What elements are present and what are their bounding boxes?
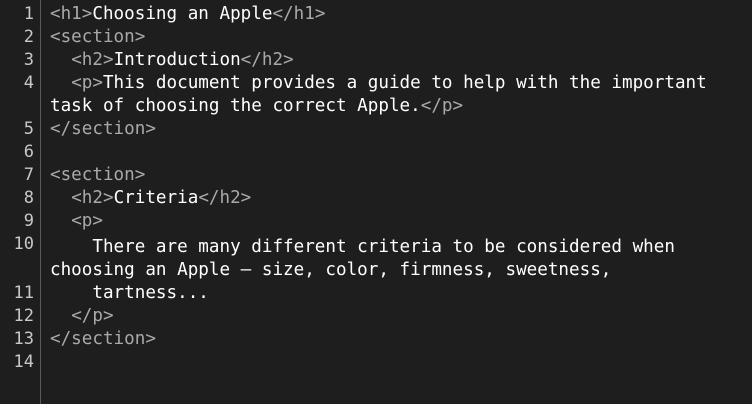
- code-line[interactable]: </section>: [50, 118, 156, 141]
- html-tag: </h2>: [198, 188, 252, 208]
- heading-text: Choosing an Apple: [92, 4, 273, 24]
- line-number: 6: [23, 142, 34, 162]
- code-line-wrapped[interactable]: choosing an Apple — size, color, firmnes…: [50, 259, 611, 282]
- html-tag: </section>: [50, 329, 156, 349]
- paragraph-text: choosing an Apple — size, color, firmnes…: [50, 260, 612, 280]
- code-line[interactable]: <section>: [50, 164, 145, 187]
- heading-text: Criteria: [113, 188, 199, 208]
- html-tag: </h1>: [272, 4, 326, 24]
- line-number: 12: [13, 306, 34, 326]
- paragraph-text: task of choosing the correct Apple.: [50, 96, 421, 116]
- line-number: 9: [23, 211, 34, 231]
- html-tag: <p>: [71, 211, 103, 231]
- paragraph-text: tartness...: [50, 283, 209, 303]
- line-number: 13: [13, 329, 34, 349]
- html-tag: <h1>: [50, 4, 93, 24]
- code-line[interactable]: There are many different criteria to be …: [50, 236, 675, 259]
- html-tag: </h2>: [240, 50, 294, 70]
- code-line[interactable]: <p>: [50, 210, 103, 233]
- line-number: 10: [13, 234, 34, 254]
- html-tag: <h2>: [71, 50, 114, 70]
- line-number: 2: [23, 27, 34, 47]
- html-tag: </p>: [71, 306, 114, 326]
- line-number: 8: [23, 188, 34, 208]
- html-tag: </section>: [50, 119, 156, 139]
- paragraph-text: There are many different criteria to be …: [50, 237, 675, 257]
- line-number: 11: [13, 283, 34, 303]
- code-line[interactable]: </section>: [50, 328, 156, 351]
- code-line[interactable]: <section>: [50, 26, 145, 49]
- line-number: 4: [23, 73, 34, 93]
- gutter-divider: [40, 0, 41, 404]
- code-editor[interactable]: 1 2 3 4 5 6 7 8 9 10 11 12 13 14 <h1>Cho…: [0, 0, 752, 404]
- line-number: 3: [23, 50, 34, 70]
- html-tag: <h2>: [71, 188, 114, 208]
- paragraph-text: This document provides a guide to help w…: [102, 73, 707, 93]
- code-line-wrapped[interactable]: task of choosing the correct Apple.</p>: [50, 95, 463, 118]
- code-line[interactable]: <h2>Criteria</h2>: [50, 187, 251, 210]
- line-number: 1: [23, 4, 34, 24]
- html-tag: <section>: [50, 27, 146, 47]
- line-number: 5: [23, 119, 34, 139]
- code-line[interactable]: <h1>Choosing an Apple</h1>: [50, 3, 325, 26]
- heading-text: Introduction: [113, 50, 241, 70]
- line-number-gutter: 1 2 3 4 5 6 7 8 9 10 11 12 13 14: [0, 0, 40, 404]
- html-tag: </p>: [420, 96, 464, 116]
- code-line[interactable]: tartness...: [50, 282, 209, 305]
- code-line[interactable]: <p>This document provides a guide to hel…: [50, 72, 707, 95]
- html-tag: <section>: [50, 165, 146, 185]
- html-tag: <p>: [71, 73, 103, 93]
- line-number: 14: [13, 352, 34, 372]
- line-number: 7: [23, 165, 34, 185]
- code-line[interactable]: <h2>Introduction</h2>: [50, 49, 294, 72]
- code-line[interactable]: </p>: [50, 305, 114, 328]
